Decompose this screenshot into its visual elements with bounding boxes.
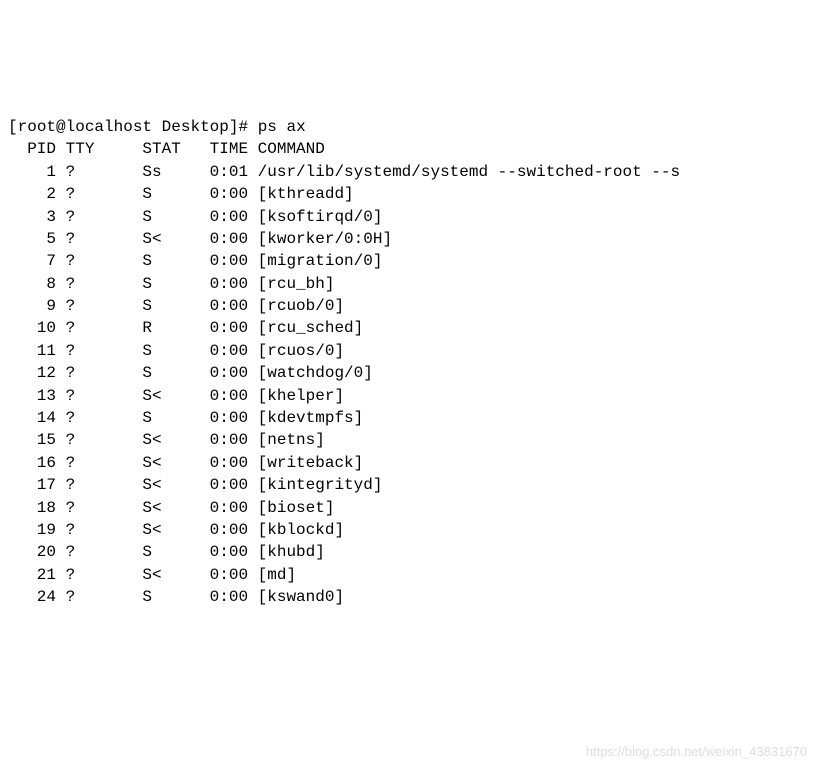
prompt-cwd: Desktop (162, 118, 229, 136)
process-row: 12 ? S 0:00 [watchdog/0] (8, 364, 373, 382)
process-row: 17 ? S< 0:00 [kintegrityd] (8, 476, 382, 494)
prompt-user: root (18, 118, 56, 136)
process-row: 19 ? S< 0:00 [kblockd] (8, 521, 344, 539)
process-row: 8 ? S 0:00 [rcu_bh] (8, 275, 334, 293)
command-input[interactable]: ps ax (258, 118, 306, 136)
prompt-at: @ (56, 118, 66, 136)
prompt-line: [root@localhost Desktop]# ps ax (8, 118, 306, 136)
prompt-host: localhost (66, 118, 152, 136)
process-row: 13 ? S< 0:00 [khelper] (8, 387, 344, 405)
process-row: 3 ? S 0:00 [ksoftirqd/0] (8, 208, 382, 226)
process-row: 18 ? S< 0:00 [bioset] (8, 499, 334, 517)
process-row: 10 ? R 0:00 [rcu_sched] (8, 319, 363, 337)
process-row: 14 ? S 0:00 [kdevtmpfs] (8, 409, 363, 427)
process-row: 2 ? S 0:00 [kthreadd] (8, 185, 354, 203)
process-row: 21 ? S< 0:00 [md] (8, 566, 296, 584)
process-row: 20 ? S 0:00 [khubd] (8, 543, 325, 561)
process-row: 15 ? S< 0:00 [netns] (8, 431, 325, 449)
process-row: 5 ? S< 0:00 [kworker/0:0H] (8, 230, 392, 248)
header-row: PID TTY STAT TIME COMMAND (8, 140, 325, 158)
process-row: 11 ? S 0:00 [rcuos/0] (8, 342, 344, 360)
process-row: 24 ? S 0:00 [kswand0] (8, 588, 344, 606)
terminal-output: [root@localhost Desktop]# ps ax PID TTY … (8, 94, 807, 631)
process-row: 1 ? Ss 0:01 /usr/lib/systemd/systemd --s… (8, 163, 680, 181)
process-row: 7 ? S 0:00 [migration/0] (8, 252, 382, 270)
process-row: 9 ? S 0:00 [rcuob/0] (8, 297, 344, 315)
prompt-symbol: # (238, 118, 248, 136)
process-row: 16 ? S< 0:00 [writeback] (8, 454, 363, 472)
watermark-text: https://blog.csdn.net/weixin_43831670 (586, 743, 807, 761)
prompt-prefix: [ (8, 118, 18, 136)
